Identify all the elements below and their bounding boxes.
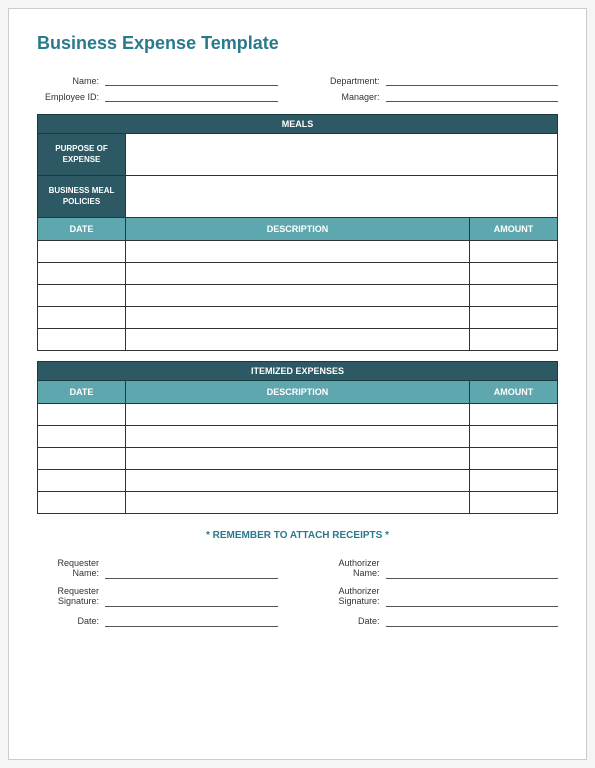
meals-date-cell[interactable]	[38, 307, 126, 329]
table-row	[38, 404, 558, 426]
header-col-right: Department: Manager:	[318, 74, 559, 102]
page-title: Business Expense Template	[37, 33, 558, 54]
itemized-desc-cell[interactable]	[126, 404, 470, 426]
itemized-amount-cell[interactable]	[470, 492, 558, 514]
itemized-desc-cell[interactable]	[126, 492, 470, 514]
requester-name-row: Requester Name:	[37, 559, 278, 579]
meals-desc-cell[interactable]	[126, 241, 470, 263]
itemized-amount-cell[interactable]	[470, 426, 558, 448]
itemized-section-header: ITEMIZED EXPENSES	[38, 362, 558, 381]
meals-description-header: DESCRIPTION	[126, 218, 470, 241]
requester-date-label: Date:	[37, 617, 99, 627]
requester-col: Requester Name: Requester Signature: Dat…	[37, 559, 278, 627]
header-col-left: Name: Employee ID:	[37, 74, 278, 102]
meals-section-header: MEALS	[38, 115, 558, 134]
meals-amount-cell[interactable]	[470, 307, 558, 329]
policies-input[interactable]	[126, 176, 558, 218]
authorizer-col: Authorizer Name: Authorizer Signature: D…	[318, 559, 559, 627]
itemized-amount-cell[interactable]	[470, 448, 558, 470]
authorizer-signature-line[interactable]	[386, 595, 559, 607]
field-department: Department:	[318, 74, 559, 86]
meals-amount-cell[interactable]	[470, 285, 558, 307]
requester-name-label: Requester Name:	[37, 559, 99, 579]
policies-header: BUSINESS MEAL POLICIES	[38, 176, 126, 218]
meals-date-cell[interactable]	[38, 285, 126, 307]
itemized-desc-cell[interactable]	[126, 426, 470, 448]
authorizer-date-line[interactable]	[386, 615, 559, 627]
meals-date-header: DATE	[38, 218, 126, 241]
table-row	[38, 470, 558, 492]
employee-id-input-line[interactable]	[105, 90, 278, 102]
meals-amount-cell[interactable]	[470, 263, 558, 285]
requester-signature-line[interactable]	[105, 595, 278, 607]
expense-template-page: Business Expense Template Name: Employee…	[8, 8, 587, 760]
table-row	[38, 307, 558, 329]
meals-date-cell[interactable]	[38, 329, 126, 351]
itemized-amount-cell[interactable]	[470, 404, 558, 426]
authorizer-name-label: Authorizer Name:	[318, 559, 380, 579]
employee-id-label: Employee ID:	[37, 92, 99, 102]
itemized-date-cell[interactable]	[38, 426, 126, 448]
meals-date-cell[interactable]	[38, 263, 126, 285]
table-row	[38, 263, 558, 285]
field-employee-id: Employee ID:	[37, 90, 278, 102]
itemized-date-cell[interactable]	[38, 492, 126, 514]
itemized-table: ITEMIZED EXPENSES DATE DESCRIPTION AMOUN…	[37, 361, 558, 514]
table-row	[38, 241, 558, 263]
itemized-date-cell[interactable]	[38, 470, 126, 492]
name-label: Name:	[37, 76, 99, 86]
department-input-line[interactable]	[386, 74, 559, 86]
meals-table: MEALS PURPOSE OF EXPENSE BUSINESS MEAL P…	[37, 114, 558, 351]
itemized-desc-cell[interactable]	[126, 448, 470, 470]
table-row	[38, 492, 558, 514]
signature-section: Requester Name: Requester Signature: Dat…	[37, 559, 558, 627]
table-row	[38, 448, 558, 470]
itemized-description-header: DESCRIPTION	[126, 381, 470, 404]
department-label: Department:	[318, 76, 380, 86]
table-row	[38, 329, 558, 351]
manager-input-line[interactable]	[386, 90, 559, 102]
name-input-line[interactable]	[105, 74, 278, 86]
meals-desc-cell[interactable]	[126, 285, 470, 307]
table-row	[38, 285, 558, 307]
field-manager: Manager:	[318, 90, 559, 102]
itemized-amount-cell[interactable]	[470, 470, 558, 492]
requester-signature-label: Requester Signature:	[37, 587, 99, 607]
itemized-date-header: DATE	[38, 381, 126, 404]
itemized-date-cell[interactable]	[38, 448, 126, 470]
meals-amount-cell[interactable]	[470, 329, 558, 351]
meals-desc-cell[interactable]	[126, 329, 470, 351]
requester-name-line[interactable]	[105, 567, 278, 579]
meals-amount-header: AMOUNT	[470, 218, 558, 241]
requester-date-row: Date:	[37, 615, 278, 627]
meals-amount-cell[interactable]	[470, 241, 558, 263]
authorizer-signature-row: Authorizer Signature:	[318, 587, 559, 607]
authorizer-name-row: Authorizer Name:	[318, 559, 559, 579]
requester-date-line[interactable]	[105, 615, 278, 627]
header-fields: Name: Employee ID: Department: Manager:	[37, 74, 558, 102]
authorizer-date-row: Date:	[318, 615, 559, 627]
table-row	[38, 426, 558, 448]
manager-label: Manager:	[318, 92, 380, 102]
meals-desc-cell[interactable]	[126, 307, 470, 329]
meals-desc-cell[interactable]	[126, 263, 470, 285]
itemized-date-cell[interactable]	[38, 404, 126, 426]
authorizer-signature-label: Authorizer Signature:	[318, 587, 380, 607]
meals-date-cell[interactable]	[38, 241, 126, 263]
purpose-header: PURPOSE OF EXPENSE	[38, 134, 126, 176]
reminder-text: * REMEMBER TO ATTACH RECEIPTS *	[37, 530, 558, 541]
purpose-input[interactable]	[126, 134, 558, 176]
field-name: Name:	[37, 74, 278, 86]
authorizer-name-line[interactable]	[386, 567, 559, 579]
itemized-amount-header: AMOUNT	[470, 381, 558, 404]
itemized-desc-cell[interactable]	[126, 470, 470, 492]
authorizer-date-label: Date:	[318, 617, 380, 627]
requester-signature-row: Requester Signature:	[37, 587, 278, 607]
